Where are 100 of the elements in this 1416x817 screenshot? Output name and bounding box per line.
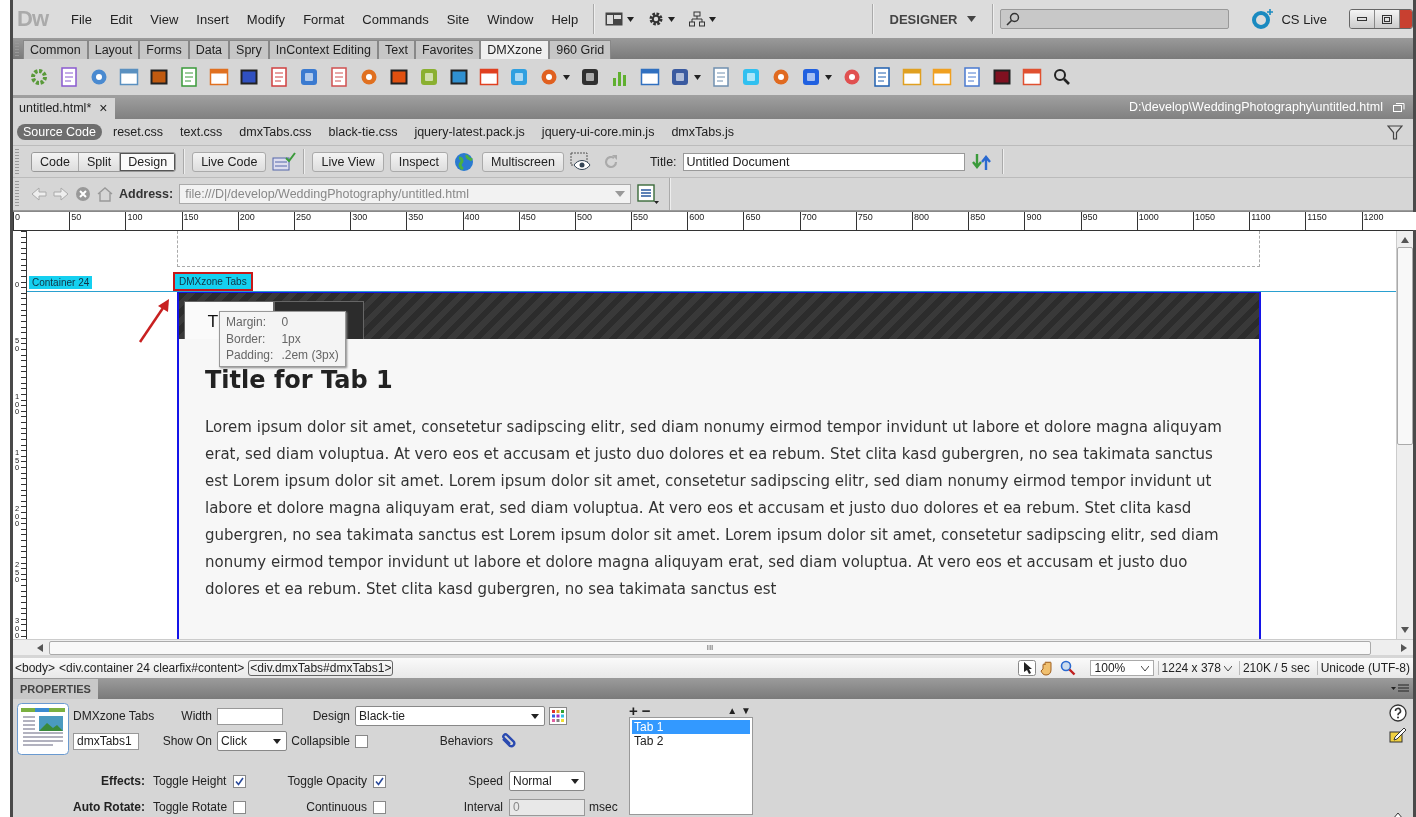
picture-icon[interactable]: [149, 67, 169, 87]
caret-icon[interactable]: [825, 74, 832, 80]
insert-tab[interactable]: Data: [188, 40, 230, 59]
window-icon[interactable]: [119, 67, 139, 87]
picture-icon[interactable]: [239, 67, 259, 87]
zoom-select[interactable]: 100%: [1089, 660, 1154, 676]
close-tab-button[interactable]: ×: [99, 101, 108, 115]
caret-icon[interactable]: [563, 74, 570, 80]
document-icon[interactable]: [179, 67, 199, 87]
window-icon[interactable]: [209, 67, 229, 87]
window-icon[interactable]: [479, 67, 499, 87]
tag-selector-item[interactable]: <div.dmxTabs#dmxTabs1>: [248, 660, 394, 676]
tile-icon[interactable]: [741, 67, 761, 87]
document-icon[interactable]: [59, 67, 79, 87]
tile-icon[interactable]: [801, 67, 821, 87]
menu-item[interactable]: File: [62, 11, 101, 27]
picture-icon[interactable]: [449, 67, 469, 87]
insert-tab[interactable]: Common: [23, 40, 88, 59]
window-size-select[interactable]: 1224 x 378: [1157, 661, 1235, 675]
checkbox[interactable]: [373, 800, 386, 814]
menu-item[interactable]: View: [141, 11, 188, 27]
edit-icon[interactable]: [1389, 725, 1407, 743]
menu-item[interactable]: Window: [478, 11, 543, 27]
speed-select[interactable]: Normal: [509, 771, 585, 791]
remove-tab-button[interactable]: −: [641, 704, 651, 717]
document-icon[interactable]: [329, 67, 349, 87]
multiscreen-button[interactable]: Multiscreen: [482, 151, 564, 172]
menu-item[interactable]: Site: [437, 11, 479, 27]
design-select[interactable]: Black-tie: [355, 706, 545, 726]
related-file-link[interactable]: Source Code: [17, 124, 102, 140]
menu-item[interactable]: Edit: [100, 11, 142, 27]
window-icon[interactable]: [902, 67, 922, 87]
properties-tab[interactable]: PROPERTIES: [13, 679, 98, 699]
cs-live-icon[interactable]: [1251, 8, 1276, 30]
caret-icon[interactable]: [1140, 665, 1149, 671]
circle-icon[interactable]: [842, 67, 862, 87]
related-file-link[interactable]: black-tie.css: [328, 125, 398, 139]
widget-label[interactable]: DMXzone Tabs: [173, 272, 253, 291]
widget-id-field[interactable]: dmxTabs1: [73, 732, 139, 750]
filter-icon[interactable]: [1387, 124, 1403, 140]
menu-item[interactable]: Modify: [237, 11, 295, 27]
browser-list-icon[interactable]: [637, 184, 660, 204]
scroll-left-icon[interactable]: [37, 643, 43, 652]
caret-icon[interactable]: [571, 778, 579, 784]
insert-tab[interactable]: Text: [378, 40, 415, 59]
related-file-link[interactable]: jquery-latest.pack.js: [414, 125, 525, 139]
width-field[interactable]: [217, 707, 283, 725]
circle-icon[interactable]: [539, 67, 559, 87]
check-page-icon[interactable]: [272, 151, 297, 172]
tag-selector-item[interactable]: <div.container 24 clearfix#content>: [59, 661, 245, 675]
live-view-button[interactable]: Live View: [312, 151, 384, 172]
view-button[interactable]: Code: [32, 152, 79, 171]
related-file-link[interactable]: jquery-ui-core.min.js: [541, 125, 655, 139]
related-file-link[interactable]: text.css: [180, 125, 223, 139]
panel-menu-icon[interactable]: [1391, 684, 1409, 694]
picture-icon[interactable]: [992, 67, 1012, 87]
checkbox[interactable]: [233, 774, 246, 788]
live-code-button[interactable]: Live Code: [192, 151, 267, 172]
tile-icon[interactable]: [670, 67, 690, 87]
move-up-button[interactable]: ▲: [727, 704, 738, 717]
insert-tab[interactable]: DMXzone: [480, 40, 550, 59]
caret-icon[interactable]: [967, 16, 977, 22]
paperclip-icon[interactable]: [499, 731, 519, 751]
tag-selector-item[interactable]: <body>: [15, 661, 56, 675]
tab-list-item[interactable]: Tab 2: [632, 734, 750, 748]
scroll-right-icon[interactable]: [1401, 643, 1407, 652]
title-field[interactable]: Untitled Document: [682, 152, 965, 171]
workspace-switcher[interactable]: DESIGNER: [879, 11, 987, 27]
caret-icon[interactable]: [273, 738, 281, 744]
insert-tab[interactable]: 960 Grid: [549, 40, 612, 59]
gear-icon[interactable]: [648, 11, 665, 27]
vertical-scrollbar[interactable]: [1396, 231, 1413, 639]
caret-icon[interactable]: [531, 713, 539, 719]
tile-icon[interactable]: [580, 67, 600, 87]
circle-icon[interactable]: [89, 67, 109, 87]
cs-live-label[interactable]: CS Live: [1281, 11, 1327, 27]
caret-icon[interactable]: [709, 16, 717, 22]
caret-icon[interactable]: [1223, 665, 1232, 671]
checkbox[interactable]: [373, 774, 386, 788]
related-file-link[interactable]: reset.css: [112, 125, 163, 139]
tile-icon[interactable]: [299, 67, 319, 87]
caret-icon[interactable]: [627, 16, 635, 22]
picture-icon[interactable]: [389, 67, 409, 87]
view-button[interactable]: Split: [78, 152, 121, 171]
insert-tab[interactable]: Layout: [87, 40, 140, 59]
search-icon[interactable]: [1052, 67, 1072, 87]
window-icon[interactable]: [640, 67, 660, 87]
window-icon[interactable]: [932, 67, 952, 87]
related-file-link[interactable]: dmxTabs.js: [671, 125, 734, 139]
view-button[interactable]: Design: [120, 152, 176, 171]
container-label[interactable]: Container 24: [29, 276, 93, 289]
caret-icon[interactable]: [668, 16, 676, 22]
checkbox[interactable]: [233, 800, 246, 814]
show-on-select[interactable]: Click: [217, 731, 287, 751]
document-tab[interactable]: untitled.html* ×: [13, 98, 116, 119]
menu-item[interactable]: Help: [542, 11, 588, 27]
pointer-icon[interactable]: [1017, 660, 1036, 676]
add-tab-button[interactable]: +: [629, 704, 638, 717]
document-icon[interactable]: [711, 67, 731, 87]
scroll-down-icon[interactable]: [1401, 627, 1409, 633]
